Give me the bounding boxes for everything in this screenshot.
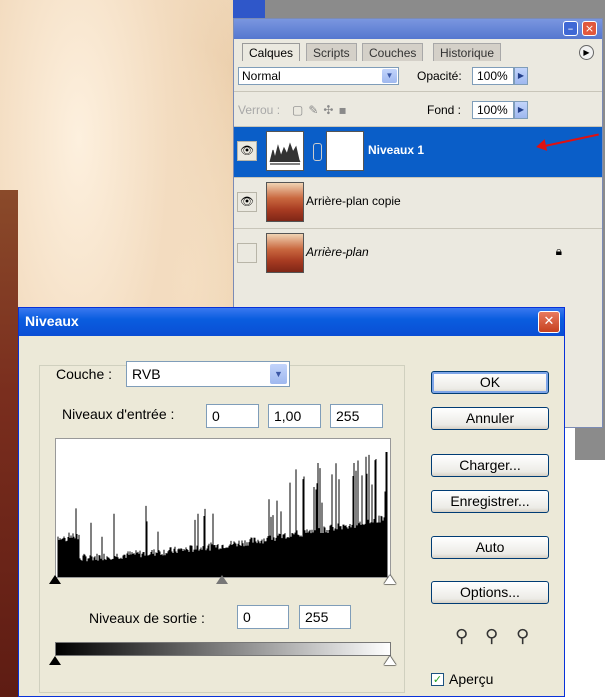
levels-dialog-titlebar[interactable]: Niveaux ✕ bbox=[19, 308, 564, 336]
eye-icon[interactable]: 👁 bbox=[237, 141, 257, 161]
histogram-graph bbox=[57, 452, 388, 577]
dialog-title: Niveaux bbox=[25, 313, 79, 329]
lock-icon: 🔒︎ bbox=[555, 244, 562, 258]
opacity-slider-icon[interactable]: ▶ bbox=[514, 67, 528, 85]
layer-row-arriere-plan[interactable]: Arrière-plan 🔒︎ bbox=[234, 228, 602, 279]
opacity-label: Opacité: bbox=[417, 69, 462, 83]
close-icon[interactable]: × bbox=[582, 21, 597, 36]
layers-panel-tabs: Calques Scripts Couches Historique ▶ bbox=[238, 41, 598, 61]
fill-slider-icon[interactable]: ▶ bbox=[514, 101, 528, 119]
tab-calques[interactable]: Calques bbox=[242, 43, 301, 61]
tab-scripts[interactable]: Scripts bbox=[306, 43, 357, 61]
input-levels-label: Niveaux d'entrée : bbox=[62, 406, 175, 422]
eye-icon[interactable]: 👁 bbox=[237, 192, 257, 212]
layer-thumbnail bbox=[266, 233, 304, 273]
save-button[interactable]: Enregistrer... bbox=[431, 490, 549, 513]
channel-value: RVB bbox=[132, 366, 161, 382]
channel-select[interactable]: RVB ▼ bbox=[126, 361, 290, 387]
output-black-field[interactable]: 0 bbox=[237, 605, 289, 629]
chevron-down-icon[interactable]: ▼ bbox=[270, 364, 287, 384]
blend-row: Normal ▼ Opacité: 100% ▶ bbox=[234, 65, 602, 89]
ok-button[interactable]: OK bbox=[431, 371, 549, 394]
layer-name: Niveaux 1 bbox=[368, 143, 425, 157]
output-white-field[interactable]: 255 bbox=[299, 605, 351, 629]
output-black-slider[interactable] bbox=[49, 656, 61, 665]
fill-input[interactable]: 100% bbox=[472, 101, 514, 119]
layer-thumbnail bbox=[266, 182, 304, 222]
close-icon[interactable]: ✕ bbox=[538, 311, 560, 333]
blend-mode-select[interactable]: Normal ▼ bbox=[238, 67, 399, 85]
output-white-slider[interactable] bbox=[384, 656, 396, 665]
layer-name: Arrière-plan copie bbox=[306, 194, 401, 208]
auto-button[interactable]: Auto bbox=[431, 536, 549, 559]
photo-hair-edge bbox=[0, 190, 18, 697]
white-eyedropper-icon[interactable]: ⚲ bbox=[516, 626, 529, 647]
window-edge-blue bbox=[233, 0, 265, 20]
input-black-field[interactable]: 0 bbox=[206, 404, 259, 428]
panel-menu-icon[interactable]: ▶ bbox=[579, 45, 594, 60]
levels-dialog: Niveaux ✕ Couche : RVB ▼ Niveaux d'entré… bbox=[18, 307, 565, 697]
blend-mode-value: Normal bbox=[242, 69, 281, 83]
visibility-toggle-empty[interactable] bbox=[237, 243, 257, 263]
opacity-input[interactable]: 100% bbox=[472, 67, 514, 85]
chevron-down-icon[interactable]: ▼ bbox=[382, 69, 397, 83]
divider bbox=[234, 91, 602, 92]
histogram bbox=[55, 438, 391, 578]
minimize-icon[interactable]: – bbox=[563, 21, 578, 36]
link-icon[interactable] bbox=[313, 143, 322, 161]
cancel-button[interactable]: Annuler bbox=[431, 407, 549, 430]
layer-row-niveaux-1[interactable]: 👁 Niveaux 1 bbox=[234, 126, 602, 177]
lock-label: Verrou : bbox=[238, 103, 281, 117]
channel-label: Couche : bbox=[53, 366, 116, 382]
input-gamma-slider[interactable] bbox=[216, 575, 228, 584]
preview-checkbox[interactable]: ✓ bbox=[431, 673, 444, 686]
input-white-field[interactable]: 255 bbox=[330, 404, 383, 428]
fill-label: Fond : bbox=[427, 103, 462, 117]
load-button[interactable]: Charger... bbox=[431, 454, 549, 477]
gray-eyedropper-icon[interactable]: ⚲ bbox=[485, 626, 498, 647]
options-button[interactable]: Options... bbox=[431, 581, 549, 604]
layer-row-arriere-plan-copie[interactable]: 👁 Arrière-plan copie bbox=[234, 177, 602, 228]
input-black-slider[interactable] bbox=[49, 575, 61, 584]
input-gamma-field[interactable]: 1,00 bbox=[268, 404, 321, 428]
output-levels-label: Niveaux de sortie : bbox=[89, 610, 205, 626]
layer-name: Arrière-plan bbox=[306, 245, 369, 259]
layers-panel-titlebar[interactable]: – × bbox=[234, 19, 602, 39]
lock-options-icons[interactable]: ▢✎✣▪ bbox=[292, 103, 352, 117]
tab-couches[interactable]: Couches bbox=[362, 43, 424, 61]
layer-mask-thumbnail[interactable] bbox=[326, 131, 364, 171]
preview-label: Aperçu bbox=[449, 671, 494, 687]
output-gradient-bar bbox=[55, 642, 391, 656]
annotation-arrow-icon bbox=[534, 139, 548, 153]
input-white-slider[interactable] bbox=[384, 575, 396, 584]
tab-historique[interactable]: Historique bbox=[433, 43, 502, 61]
black-eyedropper-icon[interactable]: ⚲ bbox=[455, 626, 468, 647]
levels-adjustment-icon bbox=[266, 131, 304, 171]
